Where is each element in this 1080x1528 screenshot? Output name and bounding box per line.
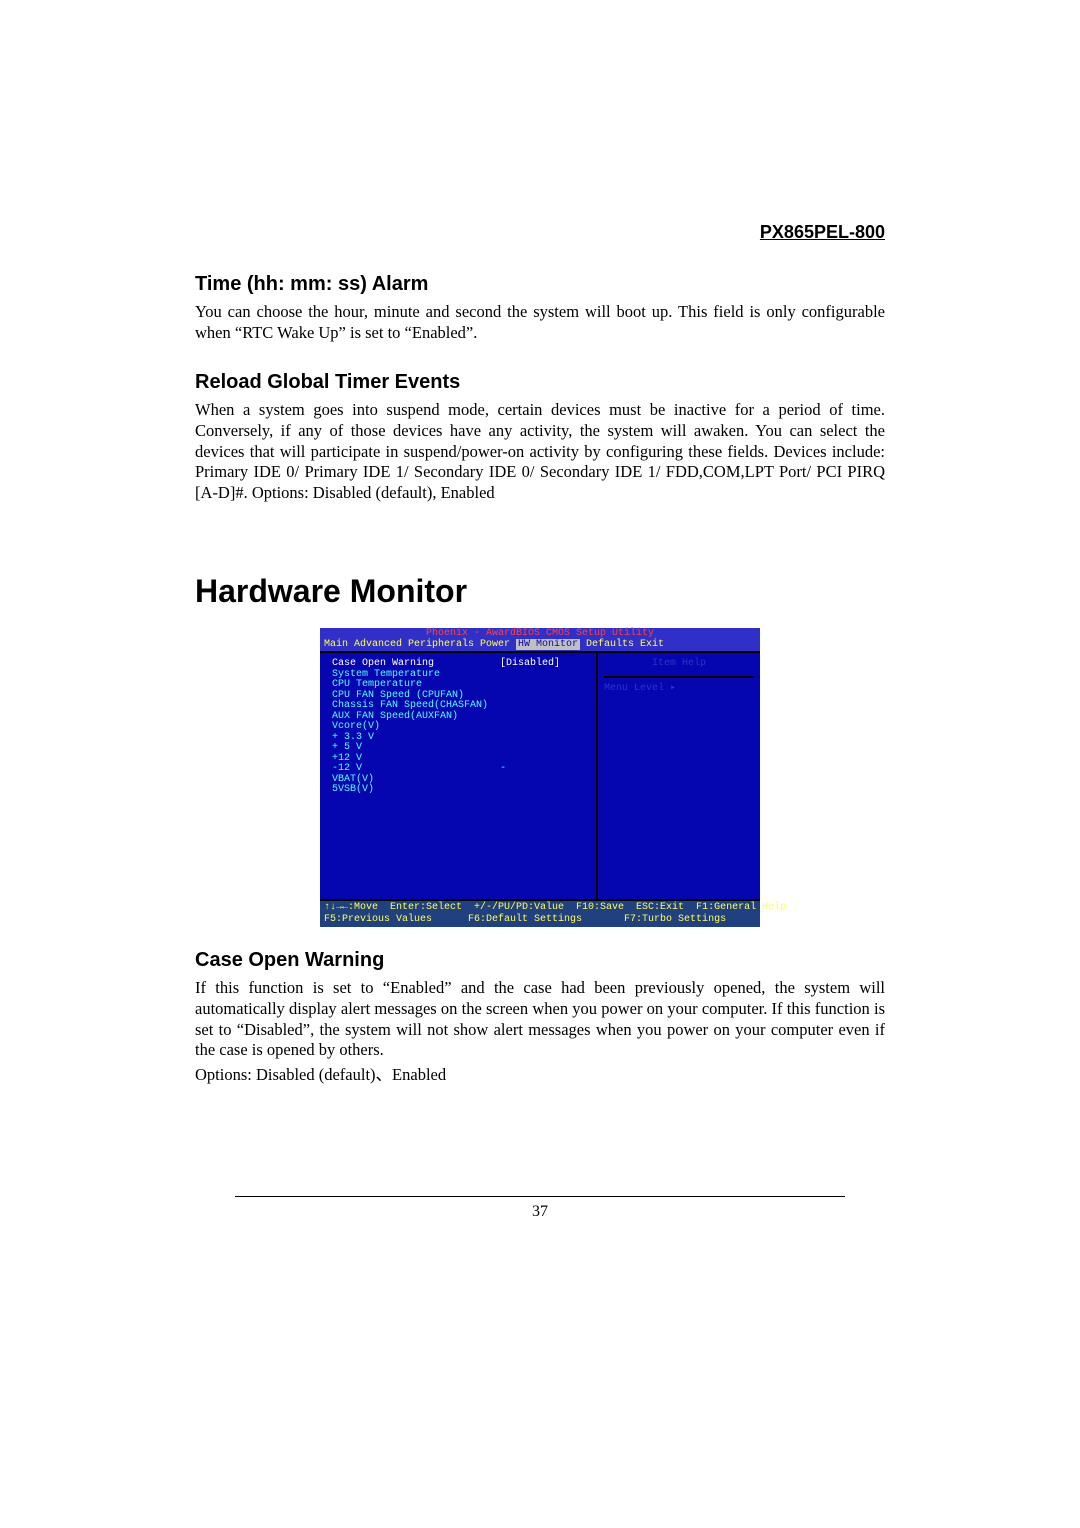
heading-case-open: Case Open Warning xyxy=(195,949,885,972)
body-case-open: If this function is set to “Enabled” and… xyxy=(195,978,885,1061)
bios-footer-line1: ↑↓→←:Move Enter:Select +/-/PU/PD:Value F… xyxy=(324,902,786,913)
model-header: PX865PEL-800 xyxy=(195,222,885,243)
bios-right-panel: Item Help Menu Level ▸ xyxy=(598,653,760,899)
bios-row-label: -12 V xyxy=(332,763,362,774)
bios-menubar: Main Advanced Peripherals Power HW Monit… xyxy=(320,640,760,652)
bios-left-panel: Case Open Warning [Disabled] System Temp… xyxy=(320,653,598,899)
bios-menu-selected: HW Monitor xyxy=(516,639,580,650)
body-reload-timer: When a system goes into suspend mode, ce… xyxy=(195,400,885,503)
bios-menu-left: Main Advanced Peripherals Power xyxy=(324,639,516,650)
options-case-open: Options: Disabled (default)、Enabled xyxy=(195,1065,885,1086)
heading-time-alarm: Time (hh: mm: ss) Alarm xyxy=(195,273,885,296)
heading-reload-timer: Reload Global Timer Events xyxy=(195,371,885,394)
bios-item-help: Item Help xyxy=(604,659,754,678)
bios-row-value: [Disabled] xyxy=(500,658,560,669)
heading-hardware-monitor: Hardware Monitor xyxy=(195,573,885,610)
bios-row-label: + 3.3 V xyxy=(332,733,590,744)
body-time-alarm: You can choose the hour, minute and seco… xyxy=(195,302,885,343)
document-page: PX865PEL-800 Time (hh: mm: ss) Alarm You… xyxy=(195,222,885,1221)
bios-footer: ↑↓→←:Move Enter:Select +/-/PU/PD:Value F… xyxy=(320,899,760,927)
bios-row-label: Case Open Warning xyxy=(332,658,434,669)
bios-menu-right: Defaults Exit xyxy=(580,639,664,650)
bios-footer-line2: F5:Previous Values F6:Default Settings F… xyxy=(324,914,726,925)
bios-row-label: + 5 V xyxy=(332,743,590,754)
bios-row-value: - xyxy=(500,763,506,774)
bios-row-label: 5VSB(V) xyxy=(332,785,590,796)
footer-rule xyxy=(235,1196,845,1197)
page-number: 37 xyxy=(195,1203,885,1221)
bios-screenshot: Phoenix - AwardBIOS CMOS Setup Utility M… xyxy=(195,628,885,927)
bios-menu-level: Menu Level ▸ xyxy=(604,684,754,695)
